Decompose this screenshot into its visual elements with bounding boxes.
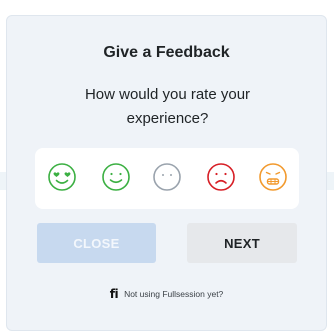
rating-angry-button[interactable] — [258, 162, 288, 192]
rating-happy-button[interactable] — [101, 162, 131, 192]
footer-promo[interactable]: fi Not using Fullsession yet? — [7, 287, 326, 301]
grimace-face-icon — [259, 163, 287, 191]
rating-options — [35, 148, 299, 209]
close-button[interactable]: CLOSE — [37, 223, 156, 263]
rating-question: How would you rate your experience? — [84, 86, 251, 127]
next-button[interactable]: NEXT — [187, 223, 297, 263]
rating-love-button[interactable] — [47, 162, 77, 192]
rating-neutral-button[interactable] — [152, 162, 182, 192]
footer-link-text[interactable]: Not using Fullsession yet? — [124, 289, 223, 299]
rating-sad-button[interactable] — [206, 162, 236, 192]
smiley-face-icon — [102, 163, 130, 191]
frown-face-icon — [207, 163, 235, 191]
feedback-dialog: Give a Feedback How would you rate your … — [6, 15, 327, 331]
heart-eyes-face-icon — [48, 163, 76, 191]
fullsession-logo: fi — [109, 287, 119, 301]
neutral-face-icon — [153, 163, 181, 191]
dialog-title: Give a Feedback — [103, 44, 230, 61]
